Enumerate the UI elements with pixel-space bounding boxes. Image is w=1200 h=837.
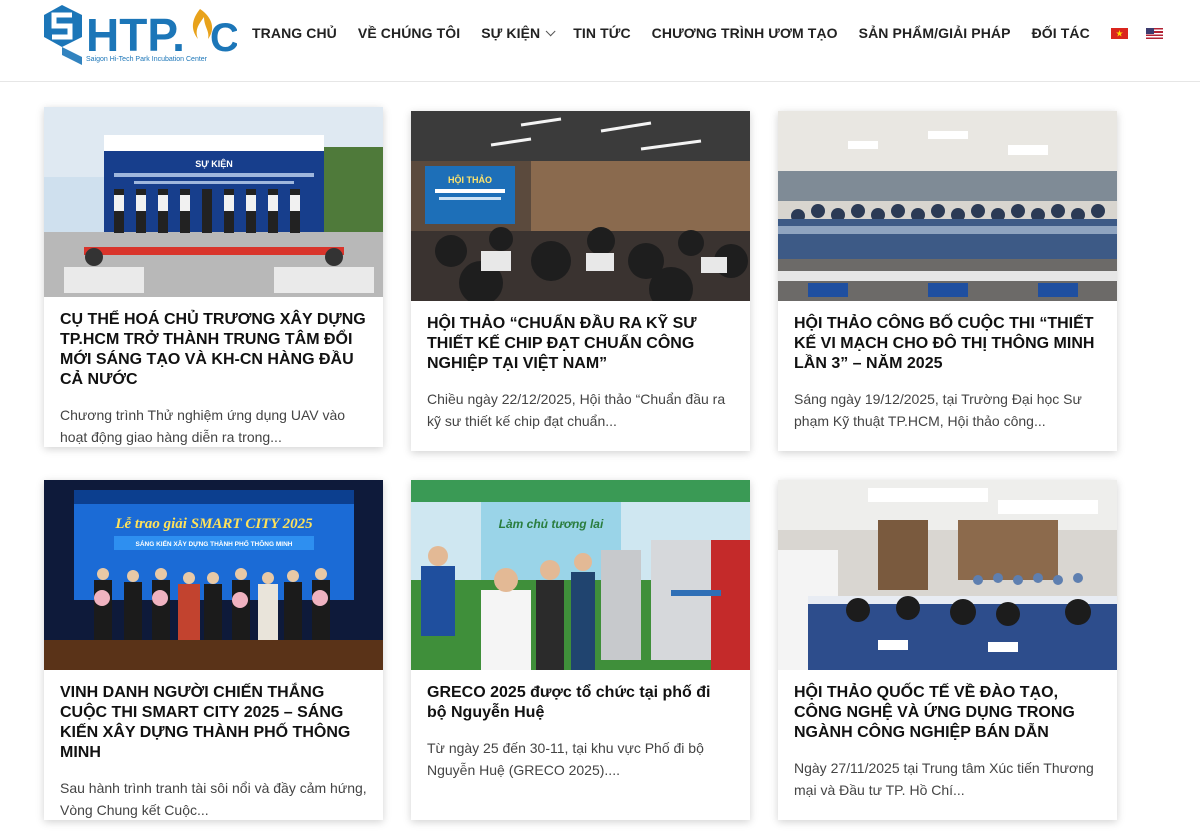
- main-nav: TRANG CHỦ VỀ CHÚNG TÔI SỰ KIỆN TIN TỨC C…: [252, 0, 1181, 66]
- post-card[interactable]: HỘI THẢO QUỐC TẾ VỀ ĐÀO TẠO, CÔNG NGHỆ V…: [778, 480, 1117, 820]
- post-title[interactable]: CỤ THỂ HOÁ CHỦ TRƯƠNG XÂY DỰNG TP.HCM TR…: [44, 297, 383, 390]
- site-logo[interactable]: HTP. C Saigon Hi-Tech Park Incubation Ce…: [42, 3, 239, 67]
- photo-sign-text: Làm chủ tương lai: [499, 517, 604, 531]
- post-title[interactable]: GRECO 2025 được tổ chức tại phố đi bộ Ng…: [411, 670, 750, 723]
- nav-label: CHƯƠNG TRÌNH ƯƠM TẠO: [651, 25, 838, 41]
- nav-item-incubation[interactable]: CHƯƠNG TRÌNH ƯƠM TẠO: [652, 25, 838, 41]
- post-thumbnail[interactable]: [778, 480, 1117, 670]
- nav-item-news[interactable]: TIN TỨC: [573, 25, 630, 41]
- nav-label: VỀ CHÚNG TÔI: [357, 25, 461, 41]
- nav-label: SỰ KIỆN: [481, 25, 541, 41]
- nav-item-events[interactable]: SỰ KIỆN: [481, 25, 556, 41]
- post-card[interactable]: SỰ KIỆN CỤ THỂ HOÁ CHỦ TRƯƠNG XÂY DỰNG T…: [44, 107, 383, 447]
- nav-label: TIN TỨC: [573, 25, 631, 41]
- post-thumbnail[interactable]: SỰ KIỆN: [44, 107, 383, 297]
- post-card[interactable]: HỘI THẢO HỘI THẢO “CHUẨN ĐẦU RA KỸ SƯ TH…: [411, 111, 750, 451]
- post-card[interactable]: HỘI THẢO CÔNG BỐ CUỘC THI “THIẾT KẾ VI M…: [778, 111, 1117, 451]
- nav-label: ĐỐI TÁC: [1031, 25, 1090, 41]
- post-thumbnail[interactable]: [778, 111, 1117, 301]
- nav-item-partners[interactable]: ĐỐI TÁC: [1032, 25, 1090, 41]
- post-card[interactable]: Lễ trao giải SMART CITY 2025 SÁNG KIẾN X…: [44, 480, 383, 820]
- photo-screen-text: HỘI THẢO: [448, 174, 492, 185]
- post-thumbnail[interactable]: Lễ trao giải SMART CITY 2025 SÁNG KIẾN X…: [44, 480, 383, 670]
- nav-label: TRANG CHỦ: [252, 25, 337, 41]
- vietnam-flag-icon[interactable]: [1110, 27, 1128, 39]
- post-excerpt: Chương trình Thử nghiệm ứng dụng UAV vào…: [60, 407, 346, 445]
- post-title[interactable]: HỘI THẢO “CHUẨN ĐẦU RA KỸ SƯ THIẾT KẾ CH…: [411, 301, 750, 374]
- logo-tagline: Saigon Hi-Tech Park Incubation Center: [86, 56, 208, 63]
- logo-wordmark: HTP.: [86, 9, 185, 61]
- post-excerpt: Sáng ngày 19/12/2025, tại Trường Đại học…: [794, 391, 1082, 429]
- post-excerpt: Chiều ngày 22/12/2025, Hội thảo “Chuẩn đ…: [427, 391, 726, 429]
- post-title[interactable]: VINH DANH NGƯỜI CHIẾN THẮNG CUỘC THI SMA…: [44, 670, 383, 763]
- svg-text:C: C: [210, 16, 237, 60]
- post-excerpt: Sau hành trình tranh tài sôi nổi và đầy …: [60, 780, 367, 818]
- nav-label: SẢN PHẨM/GIẢI PHÁP: [858, 25, 1011, 41]
- nav-item-home[interactable]: TRANG CHỦ: [252, 25, 337, 41]
- photo-banner-text: SỰ KIỆN: [195, 158, 232, 169]
- post-title[interactable]: HỘI THẢO CÔNG BỐ CUỘC THI “THIẾT KẾ VI M…: [778, 301, 1117, 374]
- shtp-ic-logo-icon: HTP. C Saigon Hi-Tech Park Incubation Ce…: [44, 5, 239, 65]
- photo-screen-text: Lễ trao giải SMART CITY 2025: [114, 516, 313, 532]
- post-excerpt: Từ ngày 25 đến 30-11, tại khu vực Phố đi…: [427, 740, 704, 778]
- post-title[interactable]: HỘI THẢO QUỐC TẾ VỀ ĐÀO TẠO, CÔNG NGHỆ V…: [778, 670, 1117, 743]
- nav-item-about[interactable]: VỀ CHÚNG TÔI: [358, 25, 460, 41]
- post-thumbnail[interactable]: Làm chủ tương lai: [411, 480, 750, 670]
- post-excerpt: Ngày 27/11/2025 tại Trung tâm Xúc tiến T…: [794, 760, 1094, 798]
- post-card[interactable]: Làm chủ tương lai GRECO 2025 được tổ chứ…: [411, 480, 750, 820]
- post-thumbnail[interactable]: HỘI THẢO: [411, 111, 750, 301]
- chevron-down-icon: [545, 25, 556, 36]
- nav-item-products[interactable]: SẢN PHẨM/GIẢI PHÁP: [859, 25, 1011, 41]
- site-header: HTP. C Saigon Hi-Tech Park Incubation Ce…: [0, 0, 1200, 82]
- us-flag-icon[interactable]: [1145, 27, 1163, 39]
